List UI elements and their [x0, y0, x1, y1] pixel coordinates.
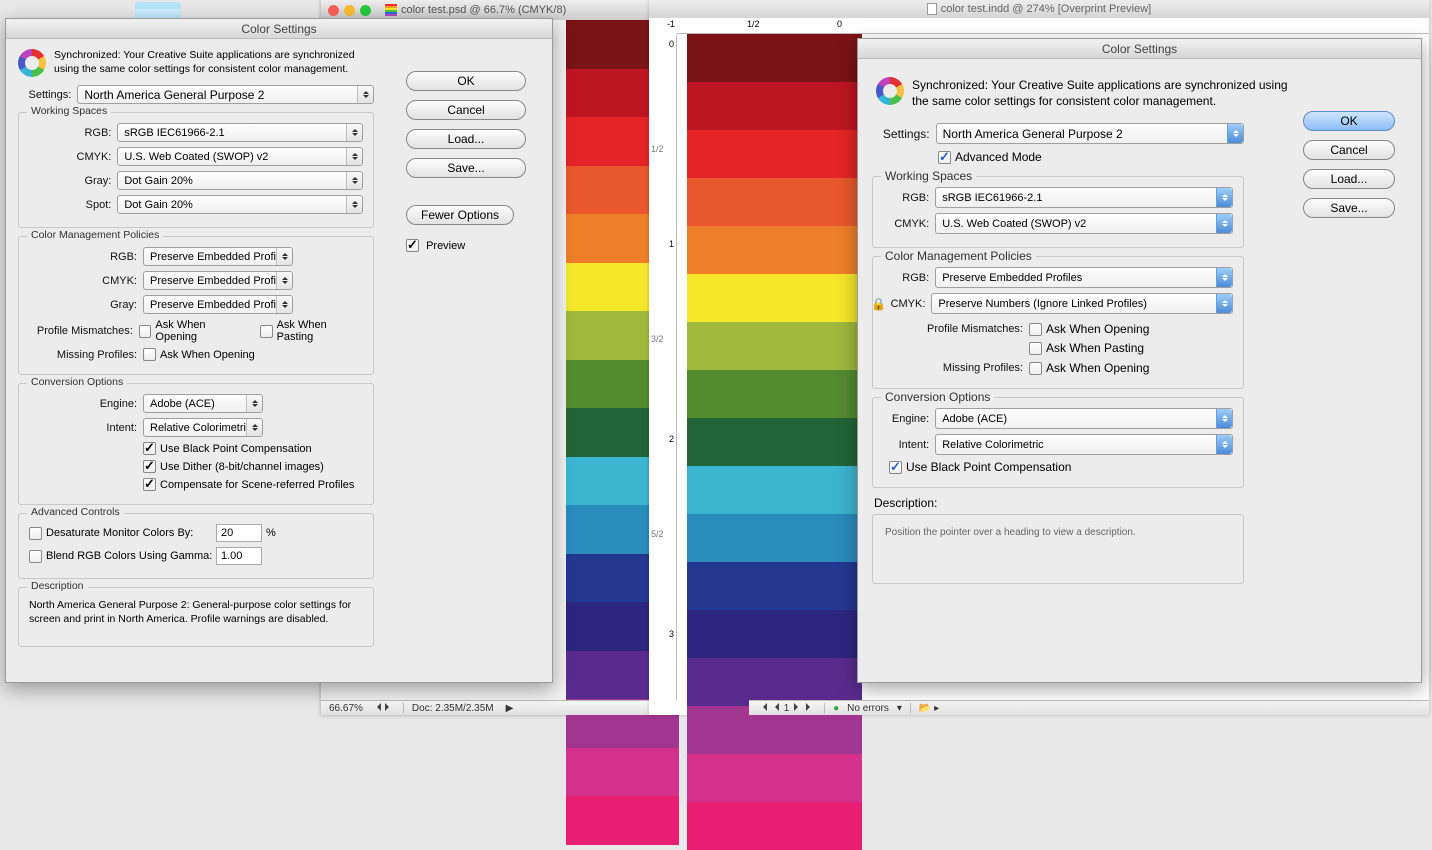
cmyk-select[interactable]: U.S. Web Coated (SWOP) v2	[935, 213, 1233, 234]
window-controls[interactable]	[328, 5, 371, 16]
color-settings-dialog-photoshop: Color Settings Synchronized: Your Creati…	[5, 18, 553, 683]
description-text: North America General Purpose 2: General…	[29, 598, 363, 626]
sync-message: Synchronized: Your Creative Suite applic…	[912, 77, 1301, 109]
settings-select[interactable]: North America General Purpose 2	[77, 85, 374, 104]
ask-open-checkbox[interactable]	[1029, 323, 1042, 336]
intent-select[interactable]: Relative Colorimetric	[143, 418, 263, 437]
bpc-checkbox[interactable]	[143, 442, 156, 455]
zoom-icon[interactable]	[360, 5, 371, 16]
desaturate-checkbox[interactable]	[29, 527, 42, 540]
engine-select[interactable]: Adobe (ACE)	[143, 394, 263, 413]
intent-select[interactable]: Relative Colorimetric	[935, 434, 1233, 455]
advanced-controls-group: Advanced Controls Desaturate Monitor Col…	[18, 513, 374, 579]
desaturate-input[interactable]	[216, 524, 262, 542]
preview-checkbox[interactable]	[406, 239, 419, 252]
preview-label: Preview	[426, 240, 465, 252]
blend-gamma-checkbox[interactable]	[29, 550, 42, 563]
blend-gamma-input[interactable]	[216, 547, 262, 565]
indesign-canvas	[687, 34, 862, 700]
color-management-policies-group: Color Management Policies RGB: Preserve …	[872, 256, 1244, 389]
engine-select[interactable]: Adobe (ACE)	[935, 408, 1233, 429]
policy-rgb-select[interactable]: Preserve Embedded Profiles	[143, 247, 293, 266]
load-button[interactable]: Load...	[406, 129, 526, 149]
page-nav[interactable]: 1	[757, 703, 816, 714]
scene-checkbox[interactable]	[143, 478, 156, 491]
settings-label: Settings:	[872, 127, 930, 141]
dither-checkbox[interactable]	[143, 460, 156, 473]
bpc-checkbox[interactable]	[889, 461, 902, 474]
policy-rgb-select[interactable]: Preserve Embedded Profiles	[935, 267, 1233, 288]
photoshop-titlebar: color test.psd @ 66.7% (CMYK/8)	[321, 0, 679, 20]
close-icon[interactable]	[328, 5, 339, 16]
doc-size: Doc: 2.35M/2.35M	[412, 703, 494, 714]
policy-cmyk-select[interactable]: Preserve Numbers (Ignore Linked Profiles…	[931, 293, 1233, 314]
file-icon	[927, 3, 937, 15]
indesign-titlebar: color test.indd @ 274% [Overprint Previe…	[649, 0, 1429, 18]
policy-gray-select[interactable]: Preserve Embedded Profiles	[143, 295, 293, 314]
working-spaces-group: Working Spaces RGB: sRGB IEC61966-2.1 CM…	[18, 112, 374, 228]
minimize-icon[interactable]	[344, 5, 355, 16]
cancel-button[interactable]: Cancel	[406, 100, 526, 120]
ask-paste-checkbox[interactable]	[260, 325, 273, 338]
color-management-policies-group: Color Management Policies RGB: Preserve …	[18, 236, 374, 375]
conversion-options-group: Conversion Options Engine: Adobe (ACE) I…	[872, 397, 1244, 488]
sync-icon	[18, 49, 46, 77]
indesign-title: color test.indd @ 274% [Overprint Previe…	[941, 3, 1151, 15]
ok-button[interactable]: OK	[406, 71, 526, 91]
dialog-title: Color Settings	[858, 39, 1421, 59]
fewer-options-button[interactable]: Fewer Options	[406, 205, 514, 225]
rgb-select[interactable]: sRGB IEC61966-2.1	[935, 187, 1233, 208]
lock-icon: 🔒	[871, 297, 886, 311]
ok-button[interactable]: OK	[1303, 111, 1395, 131]
photoshop-title: color test.psd @ 66.7% (CMYK/8)	[401, 4, 566, 16]
policy-cmyk-select[interactable]: Preserve Embedded Profiles	[143, 271, 293, 290]
cmyk-select[interactable]: U.S. Web Coated (SWOP) v2	[117, 147, 363, 166]
description-group: Description North America General Purpos…	[18, 587, 374, 647]
ask-open-checkbox[interactable]	[139, 325, 152, 338]
missing-ask-open-checkbox[interactable]	[143, 348, 156, 361]
zoom-level[interactable]: 66.67%	[329, 703, 363, 714]
spot-select[interactable]: Dot Gain 20%	[117, 195, 363, 214]
color-settings-dialog-indesign: Color Settings Synchronized: Your Creati…	[857, 38, 1422, 683]
cancel-button[interactable]: Cancel	[1303, 140, 1395, 160]
description-box: Position the pointer over a heading to v…	[872, 514, 1244, 584]
conversion-options-group: Conversion Options Engine: Adobe (ACE) I…	[18, 383, 374, 505]
working-spaces-group: Working Spaces RGB: sRGB IEC61966-2.1 CM…	[872, 176, 1244, 248]
load-button[interactable]: Load...	[1303, 169, 1395, 189]
ruler-horizontal: -1 1/2 0	[677, 18, 1429, 34]
ruler-vertical: 0 1/2 1 3/2 2 5/2 3	[649, 34, 677, 700]
sync-icon	[876, 77, 904, 105]
description-label: Description:	[874, 496, 1244, 510]
rgb-select[interactable]: sRGB IEC61966-2.1	[117, 123, 363, 142]
photoshop-status-bar: 66.67% Doc: 2.35M/2.35M ▶	[321, 700, 679, 715]
ask-paste-checkbox[interactable]	[1029, 342, 1042, 355]
settings-label: Settings:	[18, 89, 71, 101]
gray-select[interactable]: Dot Gain 20%	[117, 171, 363, 190]
missing-ask-open-checkbox[interactable]	[1029, 362, 1042, 375]
indesign-status-bar: 1 ● No errors ▾ 📂 ▸	[749, 700, 1429, 715]
settings-select[interactable]: North America General Purpose 2	[936, 123, 1244, 144]
dialog-title: Color Settings	[6, 19, 552, 39]
save-button[interactable]: Save...	[1303, 198, 1395, 218]
advanced-mode-checkbox[interactable]	[938, 151, 951, 164]
save-button[interactable]: Save...	[406, 158, 526, 178]
file-icon	[385, 4, 397, 16]
sync-message: Synchronized: Your Creative Suite applic…	[54, 49, 374, 76]
error-status[interactable]: No errors	[847, 703, 889, 714]
open-icon[interactable]: 📂 ▸	[919, 703, 939, 714]
